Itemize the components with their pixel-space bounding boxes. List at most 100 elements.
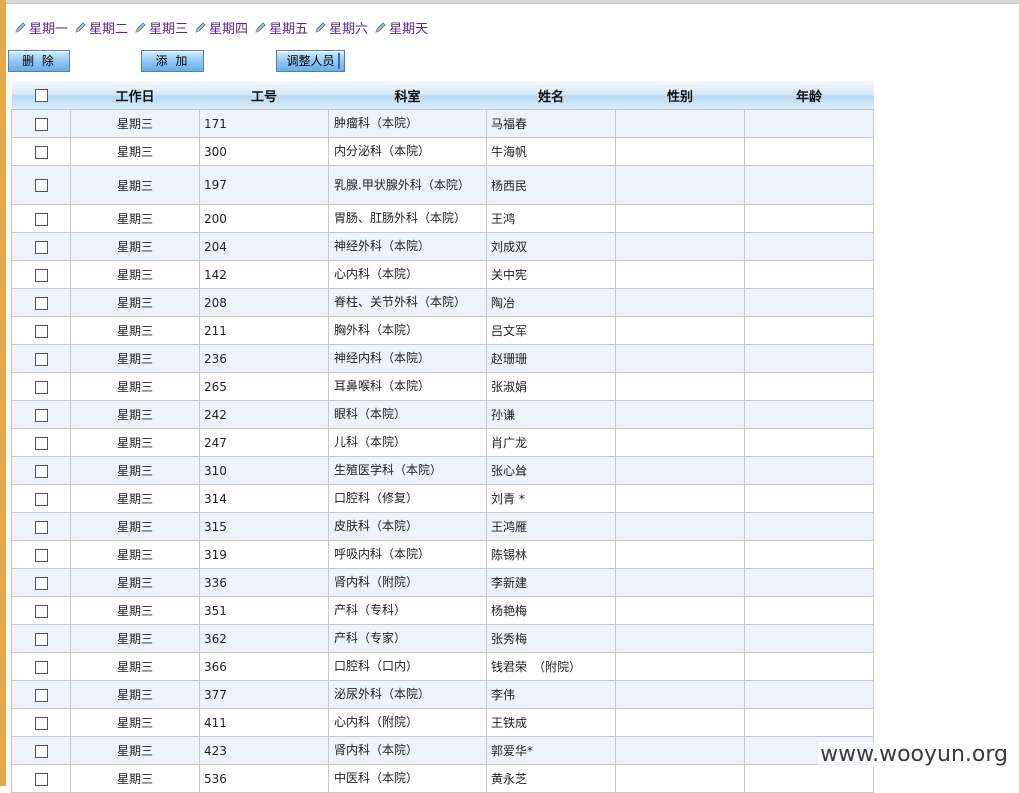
table-row[interactable]: 星期三 142 心内科（本院） 关中宪 bbox=[11, 260, 874, 289]
table-row[interactable]: 星期三 247 儿科（本院） 肖广龙 bbox=[11, 428, 874, 457]
row-checkbox-cell bbox=[11, 624, 71, 653]
tab-thursday[interactable]: 星期四 bbox=[194, 18, 249, 37]
table-row[interactable]: 星期三 211 胸外科（本院） 吕文军 bbox=[11, 316, 874, 345]
row-checkbox[interactable] bbox=[34, 408, 48, 422]
cell-gender bbox=[615, 232, 745, 261]
row-checkbox[interactable] bbox=[34, 492, 48, 506]
cell-staff-id: 351 bbox=[199, 596, 329, 625]
row-checkbox[interactable] bbox=[34, 179, 48, 192]
cell-gender bbox=[615, 428, 745, 457]
header-name[interactable]: 姓名 bbox=[486, 81, 616, 110]
cell-workday: 星期三 bbox=[70, 484, 200, 513]
cell-workday: 星期三 bbox=[70, 109, 200, 138]
row-checkbox[interactable] bbox=[34, 117, 48, 131]
row-checkbox[interactable] bbox=[34, 268, 48, 282]
table-row[interactable]: 星期三 366 口腔科（口内） 钱君荣 （附院） bbox=[11, 652, 874, 681]
table-row[interactable]: 星期三 300 内分泌科（本院） 牛海帆 bbox=[11, 137, 874, 166]
select-all-checkbox[interactable] bbox=[34, 88, 48, 102]
header-staff-id[interactable]: 工号 bbox=[199, 81, 329, 110]
cell-name: 郭爱华* bbox=[486, 736, 616, 765]
cell-age bbox=[744, 596, 874, 625]
tab-tuesday[interactable]: 星期二 bbox=[74, 18, 128, 37]
table-row[interactable]: 星期三 319 呼吸内科（本院） 陈锡林 bbox=[11, 540, 874, 569]
table-row[interactable]: 星期三 200 胃肠、肛肠外科（本院） 王鸿 bbox=[11, 204, 874, 233]
cell-gender bbox=[615, 764, 745, 793]
add-button[interactable]: 添 加 bbox=[141, 50, 204, 72]
table-row[interactable]: 星期三 310 生殖医学科（本院） 张心耸 bbox=[11, 456, 874, 485]
cell-workday: 星期三 bbox=[70, 137, 200, 166]
row-checkbox[interactable] bbox=[34, 688, 48, 702]
table-header-row: 工作日 工号 科室 姓名 性别 年龄 bbox=[11, 81, 874, 110]
cell-workday: 星期三 bbox=[70, 316, 200, 345]
table-row[interactable]: 星期三 208 脊柱、关节外科（本院） 陶冶 bbox=[11, 288, 874, 317]
tab-label: 星期四 bbox=[209, 21, 249, 37]
row-checkbox[interactable] bbox=[34, 604, 48, 618]
delete-button[interactable]: 删 除 bbox=[8, 50, 70, 72]
table-row[interactable]: 星期三 204 神经外科（本院） 刘成双 bbox=[11, 232, 874, 261]
select-all-header bbox=[11, 81, 71, 110]
row-checkbox[interactable] bbox=[34, 324, 48, 338]
table-row[interactable]: 星期三 197 乳腺.甲状腺外科（本院） 杨西民 bbox=[11, 165, 874, 205]
row-checkbox[interactable] bbox=[34, 464, 48, 478]
cell-name: 李新建 bbox=[486, 568, 616, 597]
row-checkbox[interactable] bbox=[34, 744, 48, 758]
row-checkbox[interactable] bbox=[34, 352, 48, 366]
table-row[interactable]: 星期三 336 肾内科（附院） 李新建 bbox=[11, 568, 874, 597]
cell-department: 内分泌科（本院） bbox=[328, 137, 487, 166]
row-checkbox[interactable] bbox=[34, 296, 48, 310]
cell-name: 王鸿 bbox=[486, 204, 616, 233]
cell-workday: 星期三 bbox=[70, 596, 200, 625]
row-checkbox[interactable] bbox=[34, 520, 48, 534]
cell-department: 心内科（附院） bbox=[328, 708, 487, 737]
cell-name: 肖广龙 bbox=[486, 428, 616, 457]
tab-wednesday[interactable]: 星期三 bbox=[134, 18, 188, 37]
row-checkbox[interactable] bbox=[34, 436, 48, 450]
table-row[interactable]: 星期三 265 耳鼻喉科（本院） 张淑娟 bbox=[11, 372, 874, 401]
cell-workday: 星期三 bbox=[70, 624, 200, 653]
row-checkbox[interactable] bbox=[34, 145, 48, 159]
header-gender[interactable]: 性别 bbox=[615, 81, 745, 110]
row-checkbox[interactable] bbox=[34, 716, 48, 730]
tab-sunday[interactable]: 星期天 bbox=[374, 18, 428, 37]
row-checkbox[interactable] bbox=[34, 548, 48, 562]
cell-age bbox=[744, 652, 874, 681]
cell-staff-id: 336 bbox=[199, 568, 329, 597]
cell-gender bbox=[615, 456, 745, 485]
header-age[interactable]: 年龄 bbox=[744, 81, 874, 110]
table-row[interactable]: 星期三 423 肾内科（本院） 郭爱华* bbox=[11, 736, 874, 765]
row-checkbox[interactable] bbox=[34, 240, 48, 254]
row-checkbox-cell bbox=[11, 428, 71, 457]
cell-workday: 星期三 bbox=[70, 400, 200, 429]
table-row[interactable]: 星期三 411 心内科（附院） 王铁成 bbox=[11, 708, 874, 737]
cell-age bbox=[744, 764, 874, 793]
table-row[interactable]: 星期三 242 眼科（本院） 孙谦 bbox=[11, 400, 874, 429]
table-row[interactable]: 星期三 362 产科（专家） 张秀梅 bbox=[11, 624, 874, 653]
header-workday[interactable]: 工作日 bbox=[70, 81, 200, 110]
row-checkbox[interactable] bbox=[34, 632, 48, 646]
cell-name: 马福春 bbox=[486, 109, 616, 138]
table-row[interactable]: 星期三 377 泌尿外科（本院） 李伟 bbox=[11, 680, 874, 709]
tab-monday[interactable]: 星期一 bbox=[14, 18, 68, 37]
cell-gender bbox=[615, 137, 745, 166]
row-checkbox[interactable] bbox=[34, 576, 48, 590]
table-row[interactable]: 星期三 314 口腔科（修复） 刘青 * bbox=[11, 484, 874, 513]
row-checkbox-cell bbox=[11, 484, 71, 513]
row-checkbox-cell bbox=[11, 680, 71, 709]
table-row[interactable]: 星期三 315 皮肤科（本院） 王鸿雁 bbox=[11, 512, 874, 541]
table-row[interactable]: 星期三 236 神经内科（本院） 赵珊珊 bbox=[11, 344, 874, 373]
table-row[interactable]: 星期三 351 产科（专科） 杨艳梅 bbox=[11, 596, 874, 625]
cell-age bbox=[744, 540, 874, 569]
row-checkbox[interactable] bbox=[34, 772, 48, 786]
cell-staff-id: 411 bbox=[199, 708, 329, 737]
row-checkbox[interactable] bbox=[34, 212, 48, 226]
cell-department: 儿科（本院） bbox=[328, 428, 487, 457]
cell-workday: 星期三 bbox=[70, 260, 200, 289]
table-row[interactable]: 星期三 171 肿瘤科（本院） 马福春 bbox=[11, 109, 874, 138]
adjust-staff-button[interactable]: 调整人员 bbox=[276, 50, 345, 72]
table-row[interactable]: 星期三 536 中医科（本院） 黄永芝 bbox=[11, 764, 874, 793]
header-department[interactable]: 科室 bbox=[328, 81, 487, 110]
tab-saturday[interactable]: 星期六 bbox=[314, 18, 368, 37]
row-checkbox[interactable] bbox=[34, 660, 48, 674]
row-checkbox[interactable] bbox=[34, 380, 48, 394]
tab-friday[interactable]: 星期五 bbox=[254, 18, 308, 37]
